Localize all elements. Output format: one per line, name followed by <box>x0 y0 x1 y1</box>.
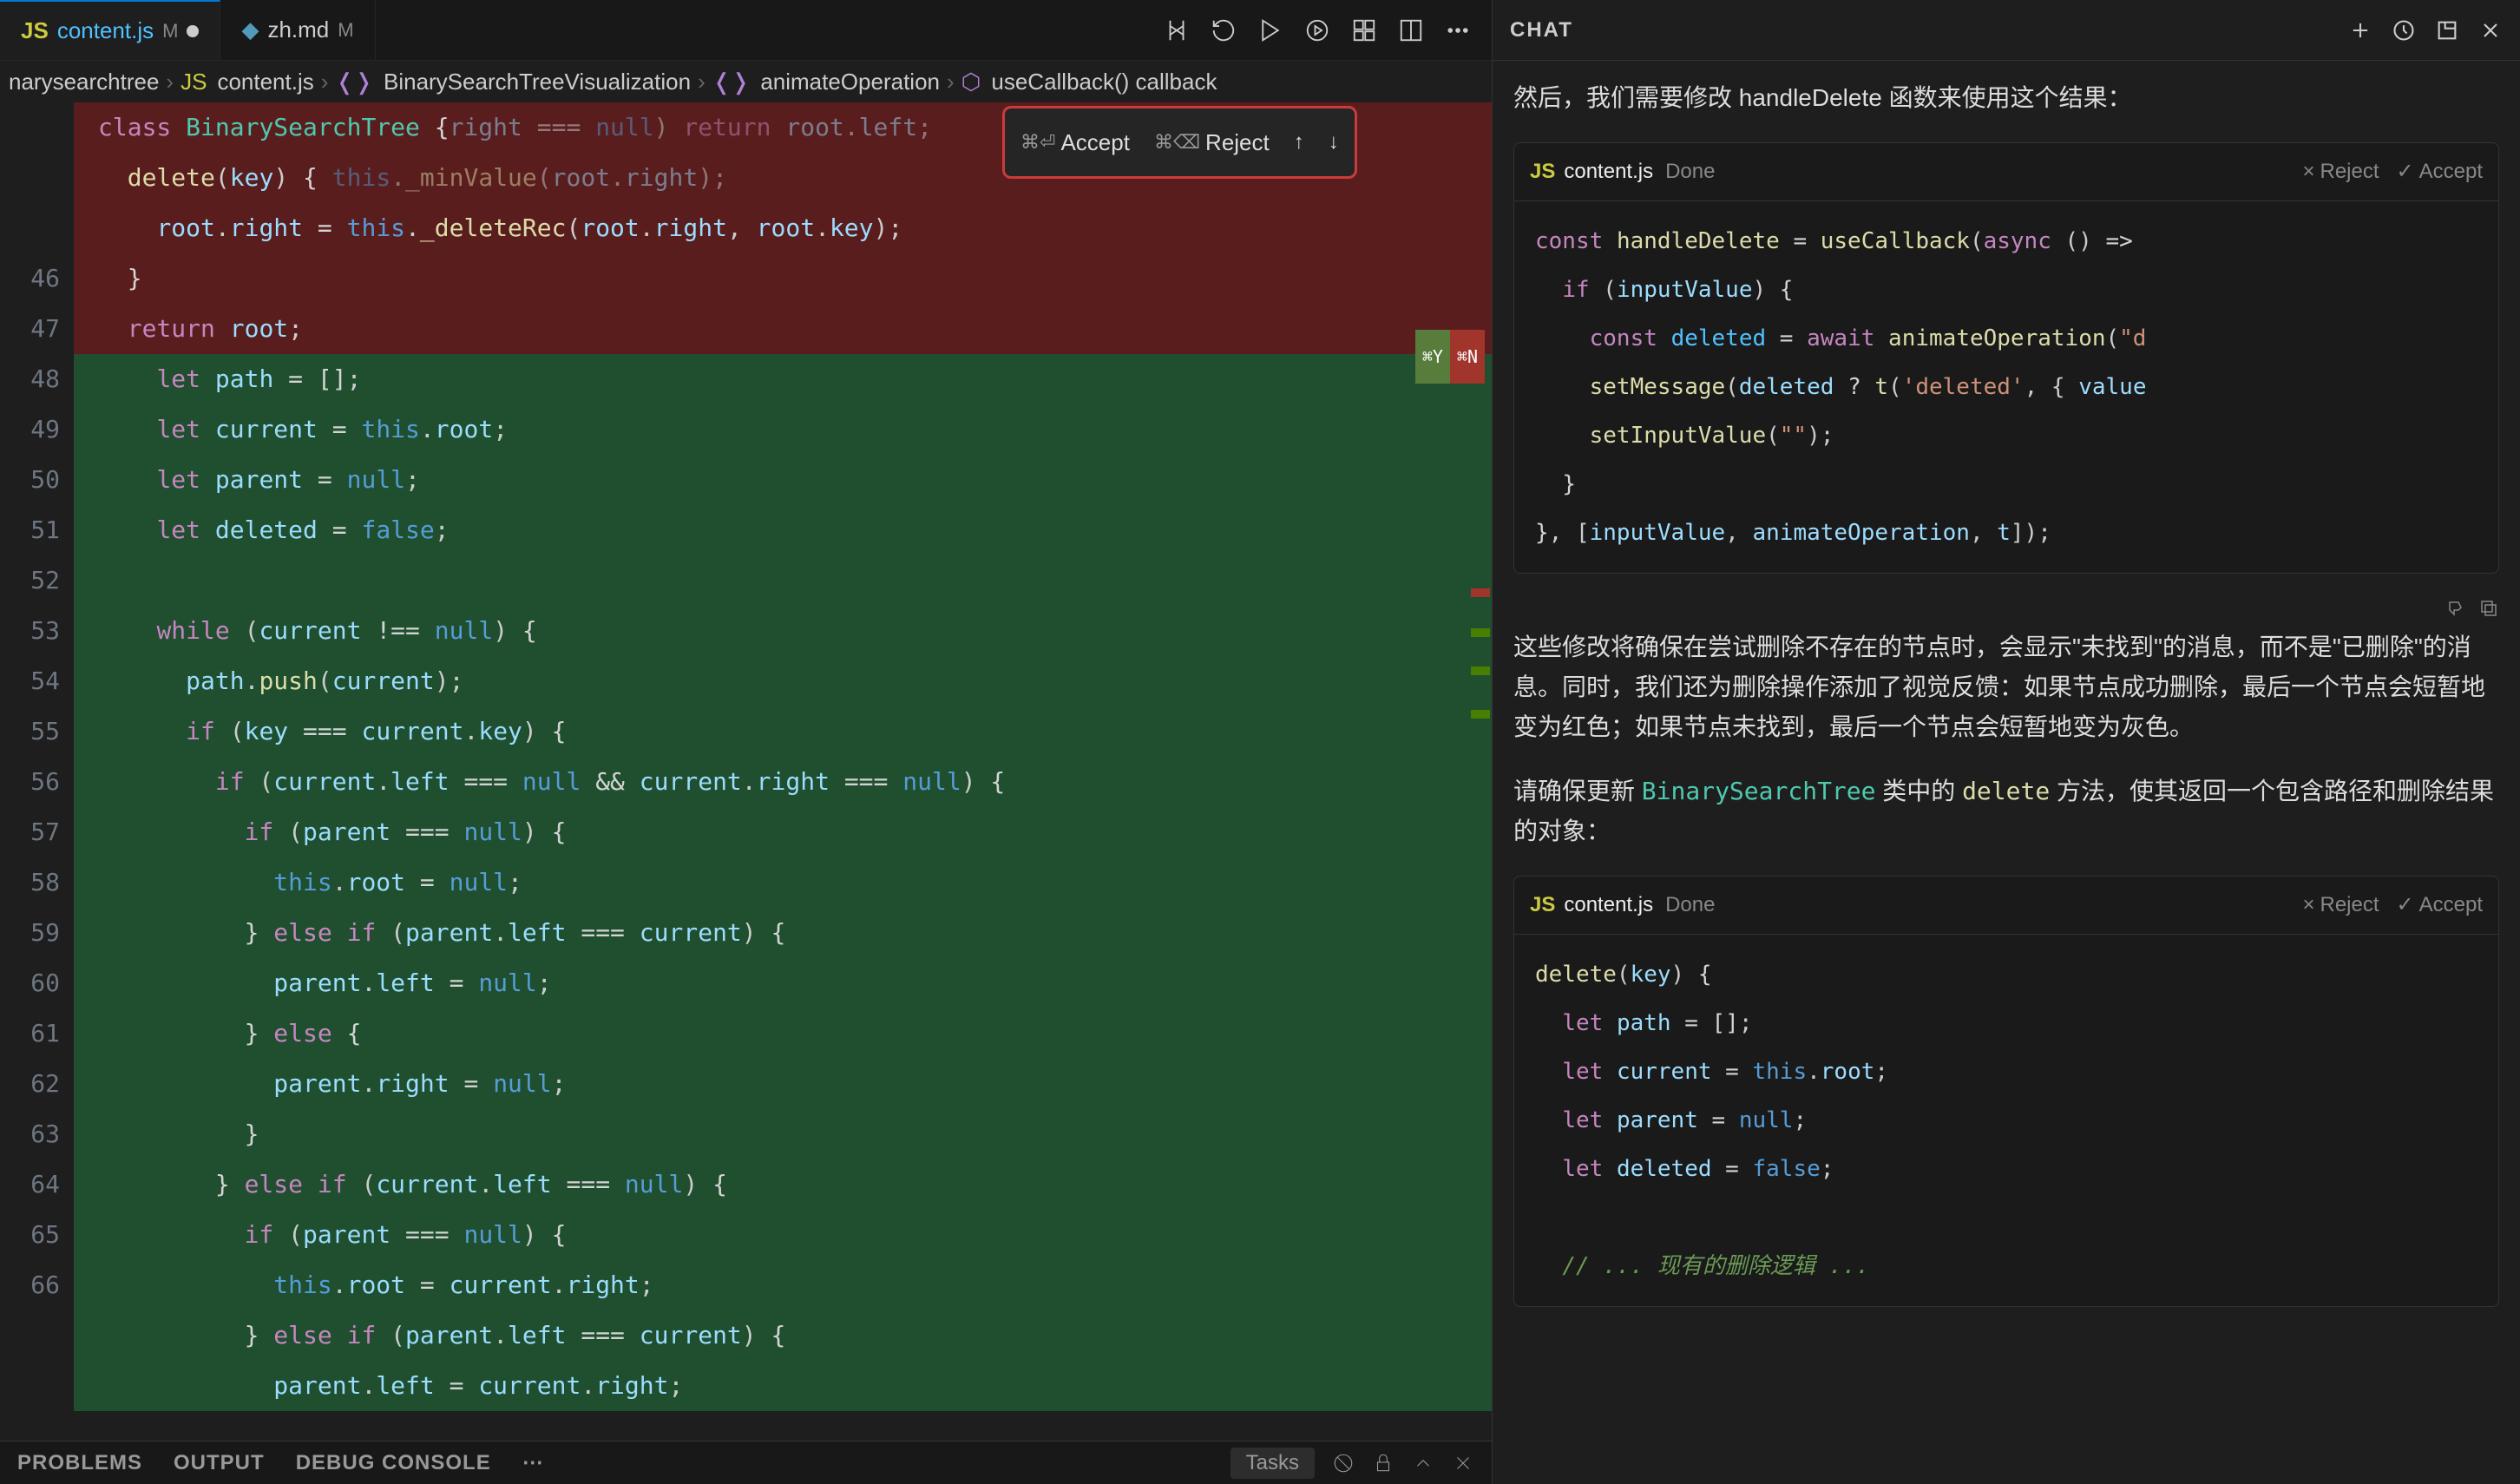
chat-paragraph: 请确保更新 BinarySearchTree 类中的 delete 方法，使其返… <box>1513 772 2499 851</box>
close-icon[interactable] <box>2478 18 2503 43</box>
chat-paragraph: 然后，我们需要修改 handleDelete 函数来使用这个结果： <box>1513 78 2499 118</box>
markdown-icon: ◆ <box>241 16 259 43</box>
symbol-icon: ❬❭ <box>335 69 373 95</box>
code-block-header: JS content.js Done × Reject ✓ Accept <box>1514 877 2498 935</box>
symbol-icon: ⬡ <box>961 69 981 95</box>
split-icon[interactable] <box>1398 17 1424 43</box>
thumb-down-icon[interactable] <box>2444 598 2464 619</box>
dirty-dot-icon <box>187 25 199 37</box>
history-icon[interactable] <box>2392 18 2416 43</box>
chat-paragraph: 这些修改将确保在尝试删除不存在的节点时，会显示"未找到"的消息，而不是"已删除"… <box>1513 627 2499 747</box>
code-block-filename: content.js <box>1564 885 1653 925</box>
run-icon[interactable] <box>1257 17 1283 43</box>
prev-icon[interactable]: ↑ <box>1294 117 1304 167</box>
reject-button[interactable]: × Reject <box>2302 885 2379 925</box>
popout-icon[interactable] <box>2435 18 2459 43</box>
tab-modifier: M <box>338 19 353 42</box>
breadcrumb-item[interactable]: narysearchtree <box>9 69 159 95</box>
code-block-header: JS content.js Done × Reject ✓ Accept <box>1514 143 2498 201</box>
tabs-bar: JS content.js M ◆ zh.md M <box>0 0 1492 61</box>
chat-title: CHAT <box>1510 18 1573 43</box>
compare-icon[interactable] <box>1164 17 1190 43</box>
breadcrumb-item[interactable]: useCallback() callback <box>991 69 1217 95</box>
bottom-panel: PROBLEMS OUTPUT DEBUG CONSOLE ⋯ Tasks <box>0 1441 1492 1484</box>
new-chat-icon[interactable] <box>2348 18 2372 43</box>
js-icon: JS <box>180 69 207 95</box>
breadcrumb[interactable]: narysearchtree › JS content.js › ❬❭ Bina… <box>0 61 1492 102</box>
more-tabs[interactable]: ⋯ <box>522 1450 544 1475</box>
more-icon[interactable] <box>1445 17 1471 43</box>
symbol-icon: ❬❭ <box>712 69 751 95</box>
code-block-status: Done <box>1665 885 1715 925</box>
chat-header: CHAT <box>1493 0 2520 61</box>
lock-icon[interactable] <box>1372 1452 1395 1474</box>
accept-button[interactable]: ⌘⏎Accept <box>1020 117 1130 167</box>
tab-content-js[interactable]: JS content.js M <box>0 0 220 60</box>
breadcrumb-item[interactable]: content.js <box>217 69 313 95</box>
js-icon: JS <box>1530 885 1555 925</box>
copy-icon[interactable] <box>2478 598 2499 619</box>
minimap[interactable] <box>1467 102 1492 1441</box>
code-block-status: Done <box>1665 152 1715 192</box>
debug-console-tab[interactable]: DEBUG CONSOLE <box>296 1451 491 1475</box>
problems-tab[interactable]: PROBLEMS <box>17 1451 142 1475</box>
tasks-dropdown[interactable]: Tasks <box>1230 1448 1315 1479</box>
reject-button[interactable]: ⌘⌫Reject <box>1154 117 1270 167</box>
js-icon: JS <box>1530 152 1555 192</box>
chat-code-block: JS content.js Done × Reject ✓ Accept del… <box>1513 876 2499 1307</box>
accept-button[interactable]: ✓ Accept <box>2397 885 2483 925</box>
run-alt-icon[interactable] <box>1304 17 1330 43</box>
accept-button[interactable]: ✓ Accept <box>2397 152 2483 192</box>
code-block-body: delete(key) { let path = []; let current… <box>1514 935 2498 1306</box>
tab-label: content.js <box>57 17 154 44</box>
editor-pane: JS content.js M ◆ zh.md M <box>0 0 1493 1484</box>
reject-button[interactable]: × Reject <box>2302 152 2379 192</box>
chevron-up-icon[interactable] <box>1412 1452 1434 1474</box>
js-icon: JS <box>21 17 49 44</box>
tab-modifier: M <box>162 20 178 43</box>
clear-icon[interactable] <box>1332 1452 1355 1474</box>
editor-body[interactable]: 46 47 48 49 50 51 52 53 54 55 56 57 58 5… <box>0 102 1492 1441</box>
block-tools <box>1513 598 2499 619</box>
tab-label: zh.md <box>267 16 329 43</box>
chat-body[interactable]: 然后，我们需要修改 handleDelete 函数来使用这个结果： JS con… <box>1493 61 2520 1484</box>
cells-icon[interactable] <box>1351 17 1377 43</box>
next-icon[interactable]: ↓ <box>1329 117 1339 167</box>
revert-icon[interactable] <box>1211 17 1237 43</box>
breadcrumb-item[interactable]: BinarySearchTreeVisualization <box>384 69 691 95</box>
breadcrumb-item[interactable]: animateOperation <box>760 69 940 95</box>
chat-pane: CHAT 然后，我们需要修改 handleDelete 函数来使用这个结果： J… <box>1493 0 2520 1484</box>
line-gutter: 46 47 48 49 50 51 52 53 54 55 56 57 58 5… <box>0 102 74 1441</box>
accept-shortcut[interactable]: ⌘Y <box>1415 330 1450 384</box>
close-icon[interactable] <box>1452 1452 1474 1474</box>
tab-zh-md[interactable]: ◆ zh.md M <box>220 0 375 60</box>
editor-actions <box>1164 17 1492 43</box>
code-block-filename: content.js <box>1564 152 1653 192</box>
output-tab[interactable]: OUTPUT <box>174 1451 265 1475</box>
code-column[interactable]: class BinarySearchTree {right === null) … <box>74 102 1492 1441</box>
code-block-body: const handleDelete = useCallback(async (… <box>1514 201 2498 573</box>
accept-reject-popup: ⌘⏎Accept ⌘⌫Reject ↑ ↓ <box>1002 106 1357 179</box>
chat-code-block: JS content.js Done × Reject ✓ Accept con… <box>1513 142 2499 574</box>
